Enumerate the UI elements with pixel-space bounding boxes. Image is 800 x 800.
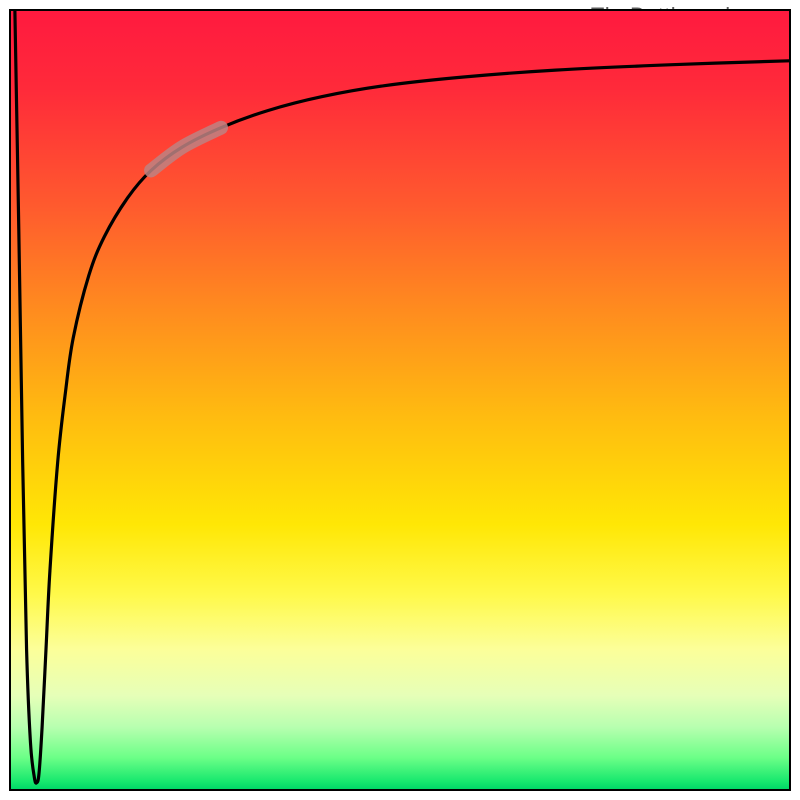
- bottleneck-curve: [15, 11, 789, 783]
- highlight-band: [151, 128, 221, 171]
- curve-layer: [11, 11, 789, 789]
- chart-stage: TheBottleneck.com: [0, 0, 800, 800]
- plot-frame: [9, 9, 791, 791]
